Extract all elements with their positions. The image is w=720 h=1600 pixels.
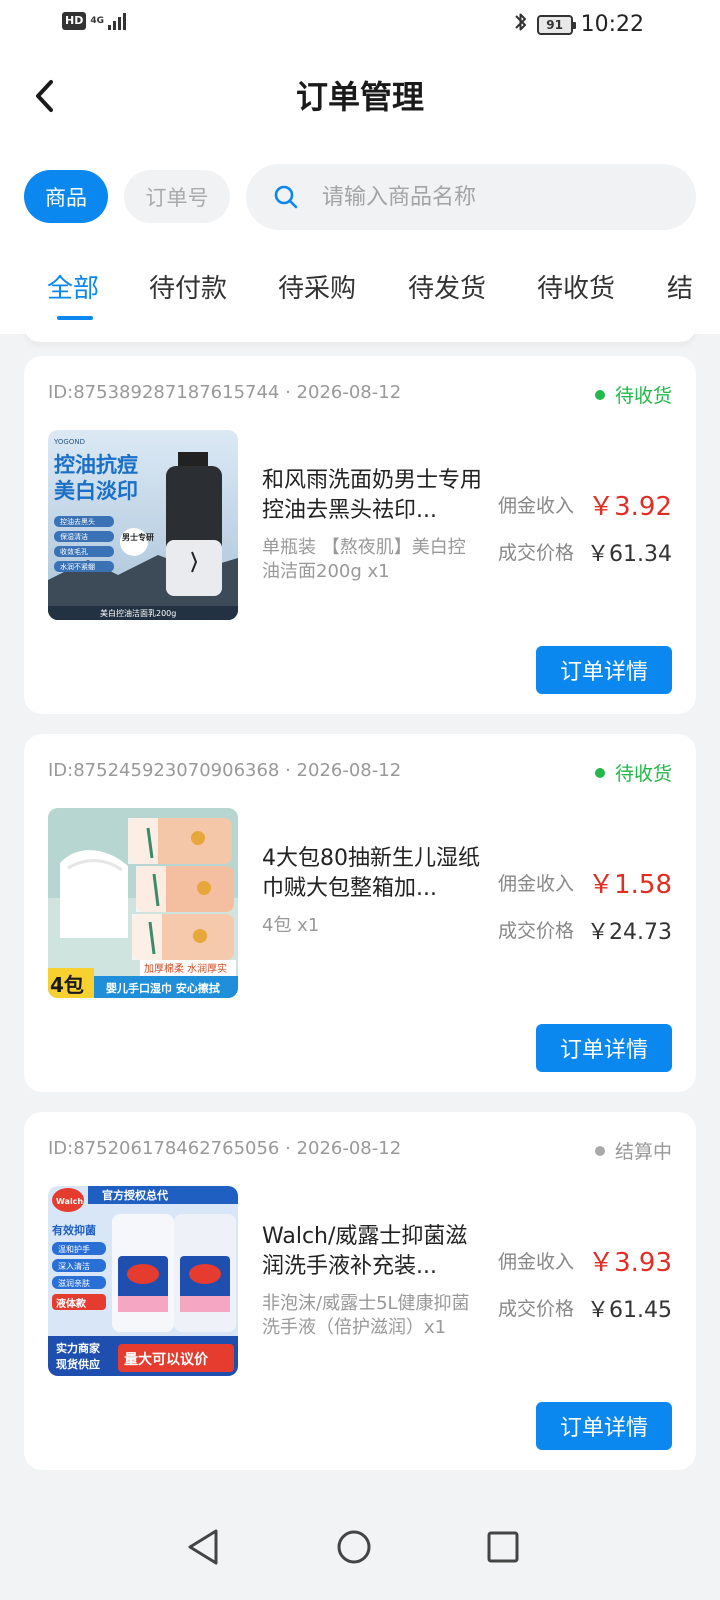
product-thumbnail[interactable]: YOGOND 控油抗痘 美白淡印 控油去黑头 保湿清洁 收敛毛孔 水润不紧绷 男… <box>48 430 238 620</box>
order-detail-button[interactable]: 订单详情 <box>536 1402 672 1450</box>
order-detail-button[interactable]: 订单详情 <box>536 1024 672 1072</box>
product-thumbnail[interactable]: 加厚棉柔 水润厚实 4包 婴儿手口湿巾 安心擦拭 <box>48 808 238 998</box>
system-navigation-bar <box>0 1494 720 1600</box>
commission-value: ￥3.92 <box>588 492 672 522</box>
status-dot-icon <box>594 389 605 400</box>
search-bar[interactable] <box>246 164 696 230</box>
triangle-back-icon <box>188 1529 218 1565</box>
status-tabs: 全部 待付款 待采购 待发货 待收货 结 <box>0 262 720 326</box>
network-type: 4G <box>90 15 104 26</box>
nav-back-button[interactable] <box>180 1524 226 1570</box>
circle-home-icon <box>337 1530 371 1564</box>
order-status: 结算中 <box>594 1137 672 1164</box>
commission-value: ￥3.93 <box>588 1248 672 1278</box>
deal-price-value: ￥24.73 <box>587 920 672 945</box>
image-line-1: 控油抗痘 <box>54 453 138 477</box>
image-badge-1: 实力商家 <box>56 1341 101 1355</box>
order-status-text: 待收货 <box>614 385 672 407</box>
image-caption: 美白控油洁面乳200g <box>100 608 176 618</box>
order-status: 待收货 <box>594 381 672 408</box>
order-detail-button[interactable]: 订单详情 <box>536 646 672 694</box>
image-feature-2: 保湿清洁 <box>60 532 88 541</box>
order-card: ID:875245923070906368 · 2026-08-12 待收货 加… <box>24 734 696 1092</box>
previous-card-edge <box>24 326 696 342</box>
search-input[interactable] <box>322 184 662 210</box>
image-caption: 婴儿手口湿巾 安心擦拭 <box>106 981 220 995</box>
order-card: ID:875389287187615744 · 2026-08-12 待收货 Y… <box>24 356 696 714</box>
image-big-text: 4包 <box>50 973 84 997</box>
order-status: 待收货 <box>594 759 672 786</box>
image-top-text: 官方授权总代 <box>102 1188 168 1202</box>
status-dot-icon <box>594 1145 605 1156</box>
image-brand: YOGOND <box>53 438 85 446</box>
nav-recents-button[interactable] <box>480 1524 526 1570</box>
order-status-text: 待收货 <box>614 763 672 785</box>
image-feature-3: 收敛毛孔 <box>60 547 88 556</box>
image-badge-3: 量大可以议价 <box>124 1351 209 1368</box>
status-dot-icon <box>594 767 605 778</box>
signal-icon <box>108 12 126 30</box>
search-icon <box>274 185 298 209</box>
search-mode-goods[interactable]: 商品 <box>24 170 108 223</box>
image-feature-1: 控油去黑头 <box>60 517 95 526</box>
search-mode-order-number[interactable]: 订单号 <box>124 170 230 223</box>
order-card: ID:875206178462765056 · 2026-08-12 结算中 官… <box>24 1112 696 1470</box>
image-badge-2: 现货供应 <box>56 1357 100 1371</box>
product-thumbnail[interactable]: 官方授权总代 Walch 有效抑菌 温和护手 深入清洁 滋润亲肤 液体款 实力商… <box>48 1186 238 1376</box>
image-feature-2: 深入清洁 <box>58 1261 90 1271</box>
order-id-date: ID:875206178462765056 · 2026-08-12 <box>48 1138 402 1159</box>
top-panel: HD 4G 91 10:22 订单管理 商品 订单号 全部 待付款 待采购 待发… <box>0 0 720 334</box>
battery-icon: 91 <box>536 14 576 35</box>
image-badge: 男士专研 <box>122 532 154 542</box>
order-status-text: 结算中 <box>614 1141 672 1163</box>
commission-label: 佣金收入 <box>498 495 575 517</box>
image-feature-4: 水润不紧绷 <box>60 562 95 571</box>
product-name[interactable]: Walch/威露士抑菌滋润洗手液补充装... <box>262 1222 482 1282</box>
page-title: 订单管理 <box>295 78 424 116</box>
deal-price-value: ￥61.45 <box>587 1298 672 1323</box>
clock: 10:22 <box>580 12 644 37</box>
image-feature-1: 温和护手 <box>58 1244 90 1254</box>
product-name[interactable]: 4大包80抽新生儿湿纸巾贼大包整箱加... <box>262 844 482 904</box>
tab-all[interactable]: 全部 <box>47 268 99 305</box>
deal-price-label: 成交价格 <box>498 1298 575 1320</box>
hd-icon: HD <box>62 12 87 30</box>
order-id-date: ID:875389287187615744 · 2026-08-12 <box>48 382 402 403</box>
tab-pending-payment[interactable]: 待付款 <box>149 268 227 305</box>
active-tab-indicator <box>57 316 93 320</box>
commission-value: ￥1.58 <box>588 870 672 900</box>
nav-home-button[interactable] <box>331 1524 377 1570</box>
deal-price-label: 成交价格 <box>498 542 575 564</box>
image-line-2: 美白淡印 <box>54 479 138 503</box>
product-sku: 单瓶装 【熬夜肌】美白控油洁面200g x1 <box>262 537 466 582</box>
product-sku: 4包 x1 <box>262 915 320 936</box>
commission-label: 佣金收入 <box>498 873 575 895</box>
status-bar: HD 4G 91 10:22 <box>0 0 720 50</box>
deal-price-value: ￥61.34 <box>587 542 672 567</box>
deal-price-label: 成交价格 <box>498 920 575 942</box>
tab-pending-purchase[interactable]: 待采购 <box>278 268 356 305</box>
bluetooth-icon <box>513 10 529 39</box>
product-sku: 非泡沫/威露士5L健康抑菌洗手液（倍护滋润）x1 <box>262 1293 470 1338</box>
tab-pending-shipment[interactable]: 待发货 <box>408 268 486 305</box>
image-feature-4: 液体款 <box>56 1297 87 1310</box>
image-feature-3: 滋润亲肤 <box>58 1278 90 1288</box>
image-brand: Walch <box>56 1197 83 1206</box>
tab-pending-receipt[interactable]: 待收货 <box>537 268 615 305</box>
image-tag: 加厚棉柔 水润厚实 <box>144 962 227 975</box>
product-name[interactable]: 和风雨洗面奶男士专用控油去黑头祛印... <box>262 466 482 526</box>
square-recents-icon <box>487 1531 519 1563</box>
tab-settled[interactable]: 结 <box>667 268 693 305</box>
order-id-date: ID:875245923070906368 · 2026-08-12 <box>48 760 402 781</box>
commission-label: 佣金收入 <box>498 1251 575 1273</box>
image-feature-0: 有效抑菌 <box>52 1223 96 1237</box>
